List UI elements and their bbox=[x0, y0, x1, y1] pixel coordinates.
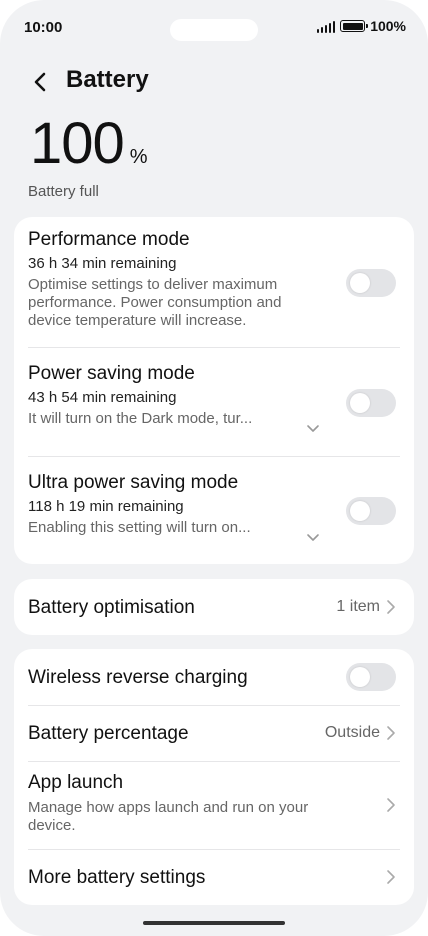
app-launch-row[interactable]: App launch Manage how apps launch and ru… bbox=[14, 761, 414, 849]
performance-mode-row[interactable]: Performance mode 36 h 34 min remaining O… bbox=[14, 217, 414, 347]
battery-optimisation-row[interactable]: Battery optimisation 1 item bbox=[14, 579, 414, 635]
camera-notch bbox=[170, 19, 258, 41]
battery-level-value: 100 bbox=[30, 111, 125, 176]
ultra-power-saving-mode-row[interactable]: Ultra power saving mode 118 h 19 min rem… bbox=[14, 456, 414, 564]
status-bar: 10:00 100% bbox=[0, 0, 428, 58]
battery-level: 100 % bbox=[30, 112, 148, 176]
wireless-reverse-charging-row[interactable]: Wireless reverse charging bbox=[14, 649, 414, 705]
chevron-right-icon bbox=[387, 726, 395, 740]
page-title: Battery bbox=[66, 66, 149, 93]
battery-icon bbox=[340, 20, 369, 32]
battery-percentage-title: Battery percentage bbox=[28, 723, 189, 744]
chevron-right-icon bbox=[387, 870, 395, 884]
back-arrow-icon[interactable] bbox=[30, 70, 52, 94]
ultra-power-saving-mode-description: Enabling this setting will turn on... bbox=[28, 519, 251, 536]
battery-status-text: Battery full bbox=[28, 183, 99, 200]
app-launch-title: App launch bbox=[28, 772, 124, 793]
battery-percentage-row[interactable]: Battery percentage Outside bbox=[14, 705, 414, 761]
wireless-reverse-charging-toggle[interactable] bbox=[346, 663, 396, 691]
wireless-reverse-charging-title: Wireless reverse charging bbox=[28, 667, 248, 688]
app-launch-description: Manage how apps launch and run on your d… bbox=[28, 799, 309, 834]
chevron-down-icon[interactable] bbox=[306, 424, 320, 434]
power-saving-mode-toggle[interactable] bbox=[346, 389, 396, 417]
chevron-down-icon[interactable] bbox=[306, 533, 320, 543]
status-icons: 100% bbox=[316, 18, 406, 34]
chevron-right-icon bbox=[387, 600, 395, 614]
battery-percentage-value: Outside bbox=[324, 724, 380, 741]
battery-settings-card: Wireless reverse charging Battery percen… bbox=[14, 649, 414, 905]
performance-mode-description: Optimise settings to deliver maximum per… bbox=[28, 276, 282, 329]
app-header: Battery bbox=[0, 60, 428, 104]
performance-mode-remaining: 36 h 34 min remaining bbox=[28, 255, 177, 272]
more-battery-settings-title: More battery settings bbox=[28, 867, 206, 888]
battery-optimisation-value: 1 item bbox=[336, 598, 380, 615]
power-saving-mode-description: It will turn on the Dark mode, tur... bbox=[28, 410, 253, 427]
power-saving-mode-title: Power saving mode bbox=[28, 363, 195, 384]
signal-icon bbox=[316, 20, 336, 33]
battery-optimisation-card[interactable]: Battery optimisation 1 item bbox=[14, 579, 414, 635]
performance-mode-title: Performance mode bbox=[28, 229, 190, 250]
more-battery-settings-row[interactable]: More battery settings bbox=[14, 849, 414, 905]
chevron-right-icon bbox=[387, 798, 395, 812]
ultra-power-saving-mode-remaining: 118 h 19 min remaining bbox=[28, 498, 184, 515]
ultra-power-saving-mode-title: Ultra power saving mode bbox=[28, 472, 239, 493]
home-indicator[interactable] bbox=[143, 921, 285, 925]
ultra-power-saving-mode-toggle[interactable] bbox=[346, 497, 396, 525]
status-battery-percent: 100% bbox=[370, 18, 406, 34]
battery-level-unit: % bbox=[129, 146, 148, 168]
performance-mode-toggle[interactable] bbox=[346, 269, 396, 297]
phone-screen: 10:00 100% Battery 100 % Battery full Pe… bbox=[0, 0, 428, 936]
battery-optimisation-title: Battery optimisation bbox=[28, 597, 195, 618]
status-time: 10:00 bbox=[24, 19, 63, 36]
battery-modes-card: Performance mode 36 h 34 min remaining O… bbox=[14, 217, 414, 564]
power-saving-mode-row[interactable]: Power saving mode 43 h 54 min remaining … bbox=[14, 347, 414, 456]
power-saving-mode-remaining: 43 h 54 min remaining bbox=[28, 389, 177, 406]
